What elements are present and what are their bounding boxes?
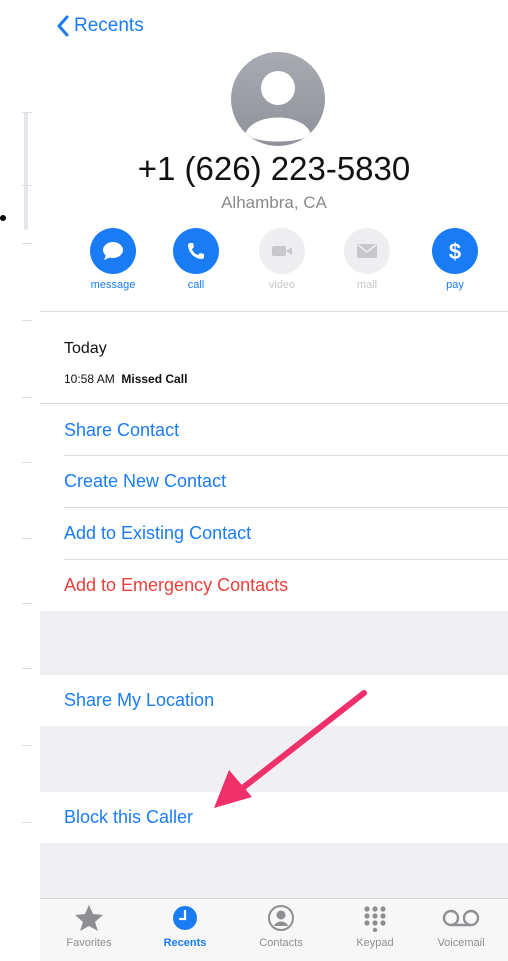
video-label: video (268, 279, 296, 291)
phone-handset-icon (188, 243, 204, 259)
history-day: Today (64, 340, 107, 357)
back-button[interactable]: Recents (56, 12, 144, 40)
add-to-emergency-contacts-label: Add to Emergency Contacts (64, 574, 289, 595)
share-my-location-label: Share My Location (64, 690, 215, 710)
tab-favorites[interactable]: Favorites (44, 899, 134, 949)
create-new-contact-option[interactable]: Create New Contact (40, 456, 508, 506)
divider (40, 403, 508, 404)
person-silhouette-icon (245, 71, 311, 142)
keypad-grid-icon (364, 906, 386, 932)
add-to-existing-contact-option[interactable]: Add to Existing Contact (40, 508, 508, 558)
mail-button[interactable]: mail (332, 228, 402, 291)
pay-button[interactable]: $ pay (420, 228, 490, 291)
pay-label: pay (446, 279, 464, 291)
envelope-icon (357, 244, 377, 258)
clock-icon (173, 906, 197, 930)
avatar (231, 52, 325, 146)
video-button[interactable]: video (247, 228, 317, 291)
back-label: Recents (74, 15, 144, 36)
message-bubble-icon (103, 242, 123, 260)
tab-favorites-label: Favorites (66, 937, 112, 949)
tab-voicemail[interactable]: Voicemail (416, 899, 506, 949)
mail-label: mail (356, 279, 378, 291)
caller-location: Alhambra, CA (221, 193, 327, 212)
history-event: Missed Call (121, 372, 188, 386)
video-camera-icon (272, 246, 292, 256)
background-scroll-bar (24, 112, 28, 230)
message-label: message (90, 279, 136, 291)
section-gap (40, 726, 508, 792)
tab-contacts-label: Contacts (259, 937, 303, 949)
share-contact-option[interactable]: Share Contact (40, 405, 508, 455)
star-icon (75, 905, 103, 931)
chevron-left-icon (57, 15, 69, 37)
tab-keypad-label: Keypad (356, 937, 394, 949)
history-time: 10:58 AM (64, 372, 115, 386)
call-label: call (187, 279, 205, 291)
call-button[interactable]: call (161, 228, 231, 291)
history-entry: 10:58 AM Missed Call (64, 372, 187, 386)
add-to-emergency-contacts-option[interactable]: Add to Emergency Contacts (40, 560, 508, 610)
message-button[interactable]: message (78, 228, 148, 291)
section-gap (40, 611, 508, 675)
block-caller-option[interactable]: Block this Caller (40, 792, 508, 843)
background-dot (0, 215, 6, 221)
tab-recents-label: Recents (163, 937, 207, 949)
tab-voicemail-label: Voicemail (437, 937, 485, 949)
divider (40, 311, 508, 312)
share-contact-label: Share Contact (64, 419, 180, 440)
tab-bar: Favorites Recents Contacts Keypad Voicem… (40, 898, 508, 961)
svg-text:$: $ (449, 239, 461, 264)
tab-contacts[interactable]: Contacts (236, 899, 326, 949)
contacts-person-icon (268, 905, 294, 931)
create-new-contact-label: Create New Contact (64, 470, 227, 491)
voicemail-icon (442, 909, 480, 927)
section-gap (40, 843, 508, 899)
tab-recents[interactable]: Recents (140, 899, 230, 949)
phone-number: +1 (626) 223-5830 (137, 150, 411, 187)
block-caller-label: Block this Caller (64, 807, 194, 827)
tab-keypad[interactable]: Keypad (330, 899, 420, 949)
background-screen-edge (0, 0, 40, 960)
dollar-sign-icon: $ (449, 239, 461, 264)
add-to-existing-contact-label: Add to Existing Contact (64, 522, 252, 543)
share-my-location-option[interactable]: Share My Location (40, 675, 508, 726)
